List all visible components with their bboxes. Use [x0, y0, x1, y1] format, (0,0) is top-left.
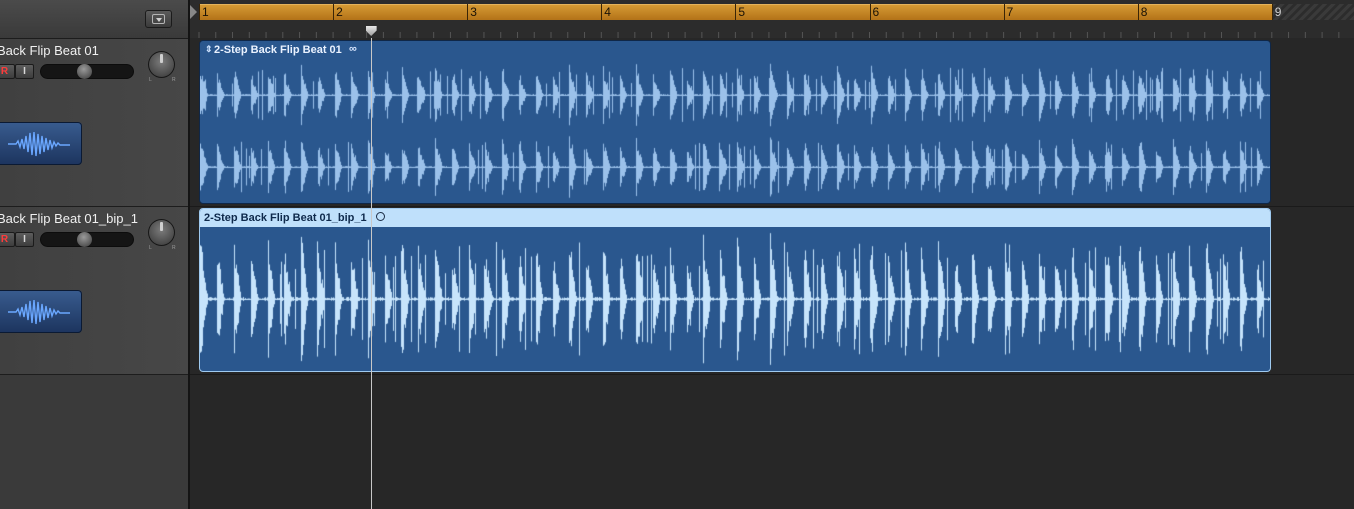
region-waveform [200, 227, 1270, 371]
bar-number: 9 [1274, 5, 1282, 19]
pan-right-label: R [172, 77, 176, 83]
audio-waveform-icon [0, 122, 82, 165]
minor-ticks [198, 32, 1340, 38]
bar-number: 2 [336, 5, 343, 19]
track-header-column: Back Flip Beat 01 R I L R Back Flip Beat… [0, 0, 188, 509]
ruler-end-area [1272, 4, 1354, 20]
bar-tick [601, 4, 603, 20]
track-name[interactable]: Back Flip Beat 01_bip_1 [0, 211, 138, 226]
lane-divider [190, 206, 1354, 207]
bar-number: 6 [872, 5, 880, 19]
audio-region-selected[interactable]: 2-Step Back Flip Beat 01_bip_1 [199, 208, 1271, 372]
bar-number: 1 [202, 5, 209, 19]
bar-tick [735, 4, 737, 20]
volume-thumb[interactable] [77, 232, 92, 247]
bar-number: 4 [604, 5, 611, 19]
region-header[interactable]: 2-Step Back Flip Beat 01_bip_1 [200, 209, 1270, 227]
region-title: 2-Step Back Flip Beat 01 [214, 44, 342, 56]
volume-thumb[interactable] [77, 64, 92, 79]
pan-left-label: L [149, 77, 152, 83]
bar-number: 8 [1140, 5, 1148, 19]
track-header-1[interactable]: Back Flip Beat 01 R I L R [0, 39, 188, 207]
region-waveform [200, 59, 1270, 203]
record-enable-button[interactable]: R [0, 232, 15, 247]
pan-left-label: L [149, 245, 152, 251]
bar-tick [1271, 4, 1273, 20]
track-header-toolbar [0, 0, 188, 39]
bar-ruler[interactable]: 1 2 3 4 5 6 7 8 9 [190, 0, 1354, 38]
playhead[interactable] [370, 38, 372, 509]
pan-knob[interactable] [148, 219, 175, 246]
input-monitor-button[interactable]: I [15, 232, 34, 247]
record-enable-button[interactable]: R [0, 64, 15, 79]
bar-tick [869, 4, 871, 20]
lane-divider [190, 374, 1354, 375]
region-title: 2-Step Back Flip Beat 01_bip_1 [204, 212, 367, 224]
circle-icon [376, 212, 385, 221]
track-header-2[interactable]: Back Flip Beat 01_bip_1 R I L R [0, 207, 188, 375]
bar-number: 3 [470, 5, 477, 19]
bar-number: 7 [1006, 5, 1014, 19]
track-name[interactable]: Back Flip Beat 01 [0, 43, 99, 58]
bar-tick [1003, 4, 1005, 20]
volume-slider[interactable] [40, 64, 134, 79]
loop-icon: ∞ [349, 43, 357, 55]
volume-slider[interactable] [40, 232, 134, 247]
bar-number: 5 [738, 5, 746, 19]
ruler-start-marker [190, 5, 197, 19]
bar-tick [467, 4, 469, 20]
pan-knob[interactable] [148, 51, 175, 78]
audio-waveform-icon [0, 290, 82, 333]
bar-tick [199, 4, 200, 20]
updown-arrows-icon: ⇕ [205, 44, 213, 54]
input-monitor-button[interactable]: I [15, 64, 34, 79]
region-header[interactable]: ⇕ 2-Step Back Flip Beat 01 ∞ [200, 41, 1270, 59]
audio-region[interactable]: ⇕ 2-Step Back Flip Beat 01 ∞ [199, 40, 1271, 204]
chevron-down-icon[interactable] [145, 10, 172, 28]
bar-tick [333, 4, 335, 20]
pan-right-label: R [172, 245, 176, 251]
bar-tick [1137, 4, 1139, 20]
